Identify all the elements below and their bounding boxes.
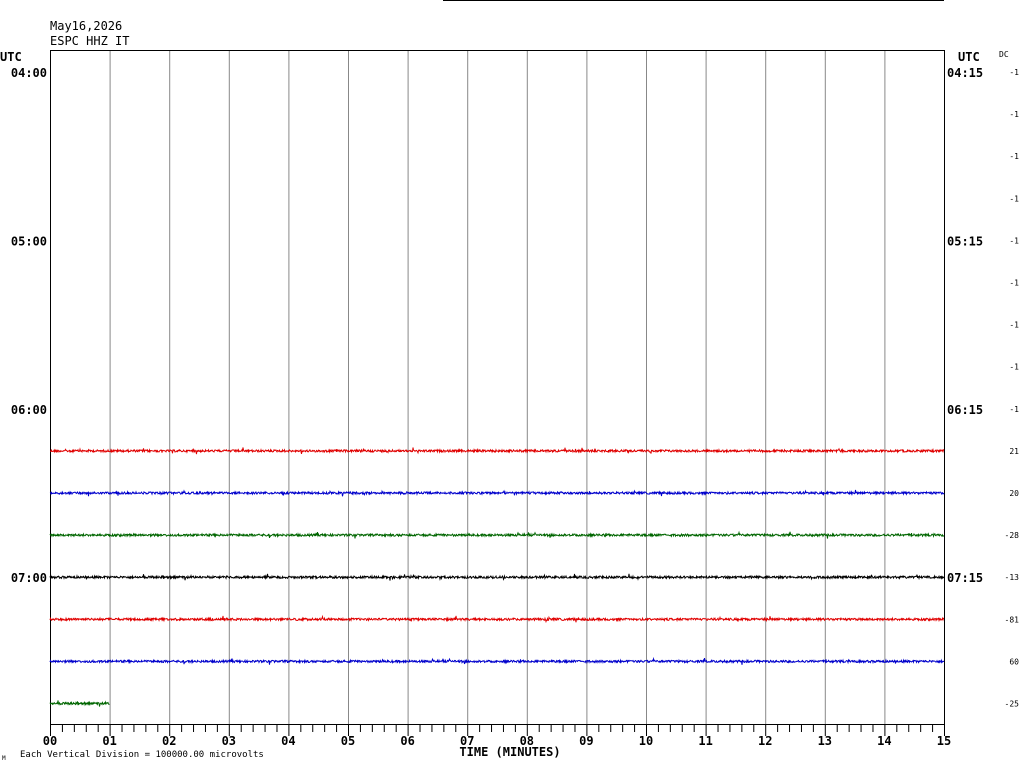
dc-offset-label: -1 xyxy=(1009,68,1019,77)
right-time-label: 06:15 xyxy=(947,403,983,417)
plot-frame xyxy=(50,50,945,725)
dc-offset-label: -1 xyxy=(1009,405,1019,414)
right-time-labels: 04:15 05:15 06:15 07:15 xyxy=(947,66,983,585)
x-tick-label: 10 xyxy=(639,734,653,748)
grid-lines xyxy=(109,50,886,724)
x-tick-label: 05 xyxy=(341,734,355,748)
helicorder-chart: May16,2026 ESPC HHZ IT UTC UTC DC 00 01 02… xyxy=(0,0,1020,762)
x-tick-label: 03 xyxy=(222,734,236,748)
trace-line xyxy=(49,447,945,455)
trace-line xyxy=(49,700,110,707)
dc-offset-label: -1 xyxy=(1009,194,1019,203)
x-tick-label: 15 xyxy=(937,734,951,748)
dc-offset-label: -13 xyxy=(1005,573,1020,582)
dc-offset-label: 20 xyxy=(1009,489,1019,498)
x-axis-label: TIME (MINUTES) xyxy=(459,745,560,759)
dc-offset-label: 60 xyxy=(1009,657,1019,666)
x-tick-label: 01 xyxy=(102,734,116,748)
right-time-label: 07:15 xyxy=(947,571,983,585)
header-date: May16,2026 xyxy=(50,19,122,33)
trace-line xyxy=(49,489,945,497)
x-tick-label: 13 xyxy=(818,734,832,748)
dc-offset-label: -1 xyxy=(1009,321,1019,330)
x-tick-label: 00 xyxy=(43,734,57,748)
dc-offset-label: -1 xyxy=(1009,236,1019,245)
dc-label: DC xyxy=(999,50,1009,59)
dc-offset-label: -1 xyxy=(1009,363,1019,372)
left-time-label: 07:00 xyxy=(11,571,47,585)
seismic-traces xyxy=(49,447,945,707)
x-tick-label: 06 xyxy=(400,734,414,748)
dc-offset-label: -81 xyxy=(1005,615,1020,624)
vertical-division-note: Each Vertical Division = 100000.00 micro… xyxy=(20,750,264,760)
header-station: ESPC HHZ IT xyxy=(50,34,129,48)
dc-offset-label: -1 xyxy=(1009,152,1019,161)
footer-mark: M xyxy=(2,755,6,762)
right-time-label: 05:15 xyxy=(947,234,983,248)
dc-offset-label: 21 xyxy=(1009,447,1019,456)
left-time-label: 05:00 xyxy=(11,234,47,248)
x-tick-label: 04 xyxy=(281,734,295,748)
left-time-label: 04:00 xyxy=(11,66,47,80)
x-tick-label: 02 xyxy=(162,734,176,748)
x-tick-label: 09 xyxy=(579,734,593,748)
trace-line xyxy=(49,614,945,624)
dc-offset-label: -25 xyxy=(1005,700,1020,709)
trace-line xyxy=(49,530,945,539)
trace-line xyxy=(49,656,945,665)
left-time-label: 06:00 xyxy=(11,403,47,417)
dc-offset-labels: -1 -1 -1 -1 -1 -1 -1 -1 -1 21 20 -28 -13 -81 60 -25 xyxy=(1005,68,1020,709)
x-tick-label: 12 xyxy=(758,734,772,748)
right-axis-title: UTC xyxy=(958,50,980,64)
x-tick-label: 14 xyxy=(877,734,891,748)
trace-line xyxy=(49,573,945,582)
left-axis-title: UTC xyxy=(0,50,22,64)
dc-offset-label: -1 xyxy=(1009,279,1019,288)
right-time-label: 04:15 xyxy=(947,66,983,80)
left-time-labels: 04:00 05:00 06:00 07:00 xyxy=(11,66,47,585)
dc-offset-label: -28 xyxy=(1005,531,1020,540)
dc-offset-label: -1 xyxy=(1009,110,1019,119)
x-tick-label: 11 xyxy=(698,734,712,748)
